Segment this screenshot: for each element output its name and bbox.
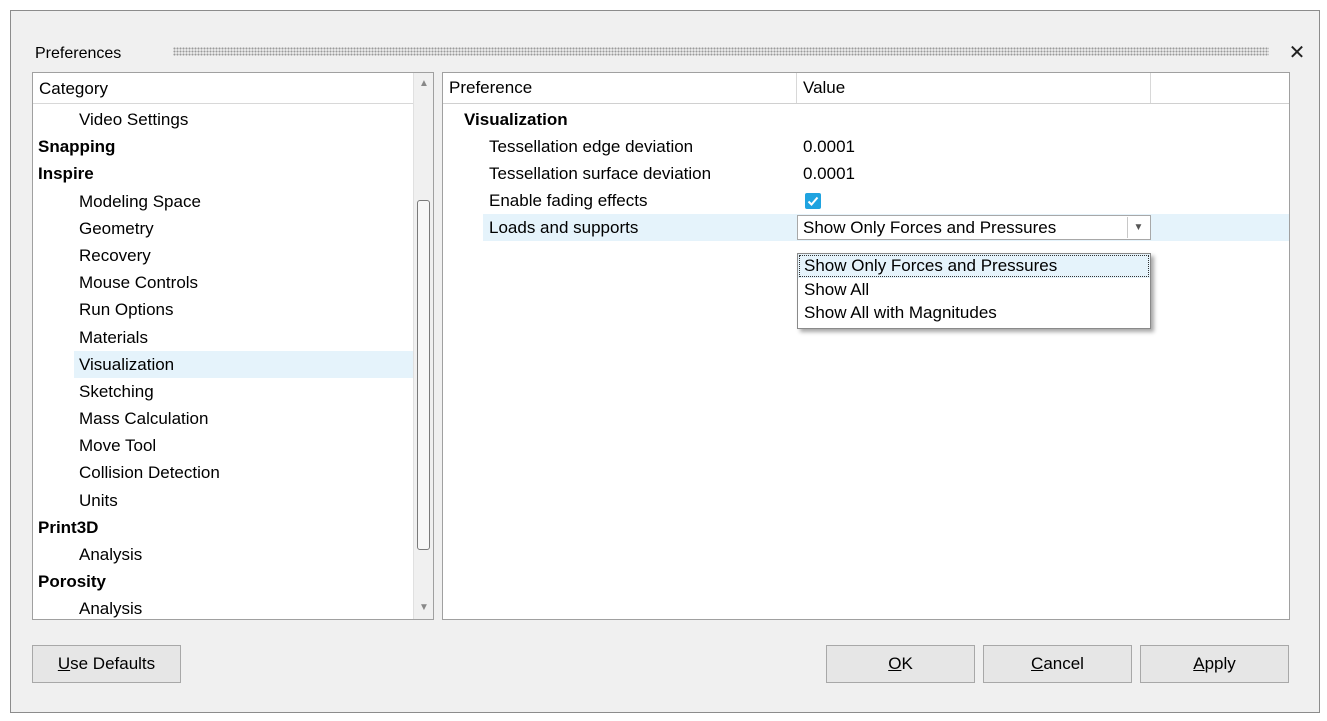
pref-row-tessellation-edge[interactable]: Tessellation edge deviation 0.0001 bbox=[443, 133, 1289, 160]
tree-item-print3d[interactable]: Print3D bbox=[33, 514, 413, 541]
tree-item-mass-calculation[interactable]: Mass Calculation bbox=[33, 405, 413, 432]
button-label: se Defaults bbox=[70, 654, 156, 673]
select-value: Show Only Forces and Pressures bbox=[803, 218, 1057, 237]
category-tree: Video Settings Snapping Inspire Modeling… bbox=[33, 106, 413, 619]
pref-value[interactable]: 0.0001 bbox=[803, 133, 855, 160]
pref-name: Loads and supports bbox=[489, 218, 639, 237]
fading-effects-checkbox[interactable] bbox=[805, 193, 821, 209]
column-header-preference[interactable]: Preference bbox=[443, 73, 797, 103]
category-header-label: Category bbox=[39, 79, 108, 98]
scroll-thumb[interactable] bbox=[417, 200, 430, 550]
preference-table-header: Preference Value bbox=[443, 73, 1289, 104]
tree-item-print3d-analysis[interactable]: Analysis bbox=[33, 541, 413, 568]
ok-button[interactable]: OK bbox=[826, 645, 975, 683]
tree-item-units[interactable]: Units bbox=[33, 487, 413, 514]
drag-grip[interactable] bbox=[173, 47, 1269, 56]
cancel-button[interactable]: Cancel bbox=[983, 645, 1132, 683]
pref-name: Tessellation surface deviation bbox=[489, 164, 712, 183]
tree-item-porosity-analysis[interactable]: Analysis bbox=[33, 595, 413, 619]
tree-item-geometry[interactable]: Geometry bbox=[33, 215, 413, 242]
preference-panel: Preference Value Visualization Tessellat… bbox=[442, 72, 1290, 620]
tree-item-visualization[interactable]: Visualization bbox=[74, 350, 413, 378]
tree-item-materials[interactable]: Materials bbox=[33, 324, 413, 351]
loads-supports-dropdown: Show Only Forces and Pressures Show All … bbox=[797, 253, 1151, 329]
category-header[interactable]: Category bbox=[33, 73, 413, 104]
chevron-down-icon[interactable]: ▼ bbox=[1127, 217, 1149, 238]
tree-item-recovery[interactable]: Recovery bbox=[33, 242, 413, 269]
dropdown-option-forces-pressures[interactable]: Show Only Forces and Pressures bbox=[798, 254, 1150, 278]
mnemonic: O bbox=[888, 654, 902, 673]
pref-row-loads-supports[interactable]: Loads and supports Show Only Forces and … bbox=[443, 214, 1289, 242]
button-label: ancel bbox=[1043, 654, 1084, 673]
dropdown-option-show-all-magnitudes[interactable]: Show All with Magnitudes bbox=[798, 301, 1150, 325]
pref-value[interactable]: 0.0001 bbox=[803, 160, 855, 187]
scroll-up-icon[interactable]: ▲ bbox=[414, 75, 433, 93]
close-icon[interactable]: ✕ bbox=[1285, 41, 1309, 65]
tree-item-snapping[interactable]: Snapping bbox=[33, 133, 413, 160]
loads-supports-select[interactable]: Show Only Forces and Pressures ▼ bbox=[797, 215, 1151, 240]
preference-group-visualization: Visualization bbox=[464, 110, 568, 129]
tree-item-run-options[interactable]: Run Options bbox=[33, 296, 413, 323]
column-header-empty[interactable] bbox=[1151, 73, 1289, 103]
pref-name: Tessellation edge deviation bbox=[489, 137, 694, 156]
tree-item-collision-detection[interactable]: Collision Detection bbox=[33, 459, 413, 486]
tree-item-modeling-space[interactable]: Modeling Space bbox=[33, 188, 413, 215]
tree-item-move-tool[interactable]: Move Tool bbox=[33, 432, 413, 459]
tree-item-sketching[interactable]: Sketching bbox=[33, 378, 413, 405]
button-label: K bbox=[901, 654, 913, 673]
tree-item-porosity[interactable]: Porosity bbox=[33, 568, 413, 595]
title-bar[interactable]: Preferences ✕ bbox=[11, 11, 1319, 64]
category-panel: Category Video Settings Snapping Inspire… bbox=[32, 72, 434, 620]
dropdown-option-show-all[interactable]: Show All bbox=[798, 278, 1150, 302]
apply-button[interactable]: Apply bbox=[1140, 645, 1289, 683]
mnemonic: U bbox=[57, 654, 71, 673]
tree-item-video-settings[interactable]: Video Settings bbox=[33, 106, 413, 133]
column-header-value[interactable]: Value bbox=[797, 73, 1151, 103]
mnemonic: A bbox=[1193, 654, 1205, 673]
pref-row-fading-effects[interactable]: Enable fading effects bbox=[443, 187, 1289, 214]
check-icon bbox=[807, 196, 819, 206]
mnemonic: C bbox=[1031, 654, 1044, 673]
dialog-title: Preferences bbox=[35, 45, 122, 62]
category-scrollbar[interactable]: ▲ ▼ bbox=[413, 73, 433, 619]
tree-item-mouse-controls[interactable]: Mouse Controls bbox=[33, 269, 413, 296]
pref-row-tessellation-surface[interactable]: Tessellation surface deviation 0.0001 bbox=[443, 160, 1289, 187]
button-label: pply bbox=[1204, 654, 1236, 673]
tree-item-inspire[interactable]: Inspire bbox=[33, 160, 413, 187]
pref-name: Enable fading effects bbox=[489, 191, 648, 210]
use-defaults-button[interactable]: Use Defaults bbox=[32, 645, 181, 683]
scroll-down-icon[interactable]: ▼ bbox=[414, 599, 433, 617]
